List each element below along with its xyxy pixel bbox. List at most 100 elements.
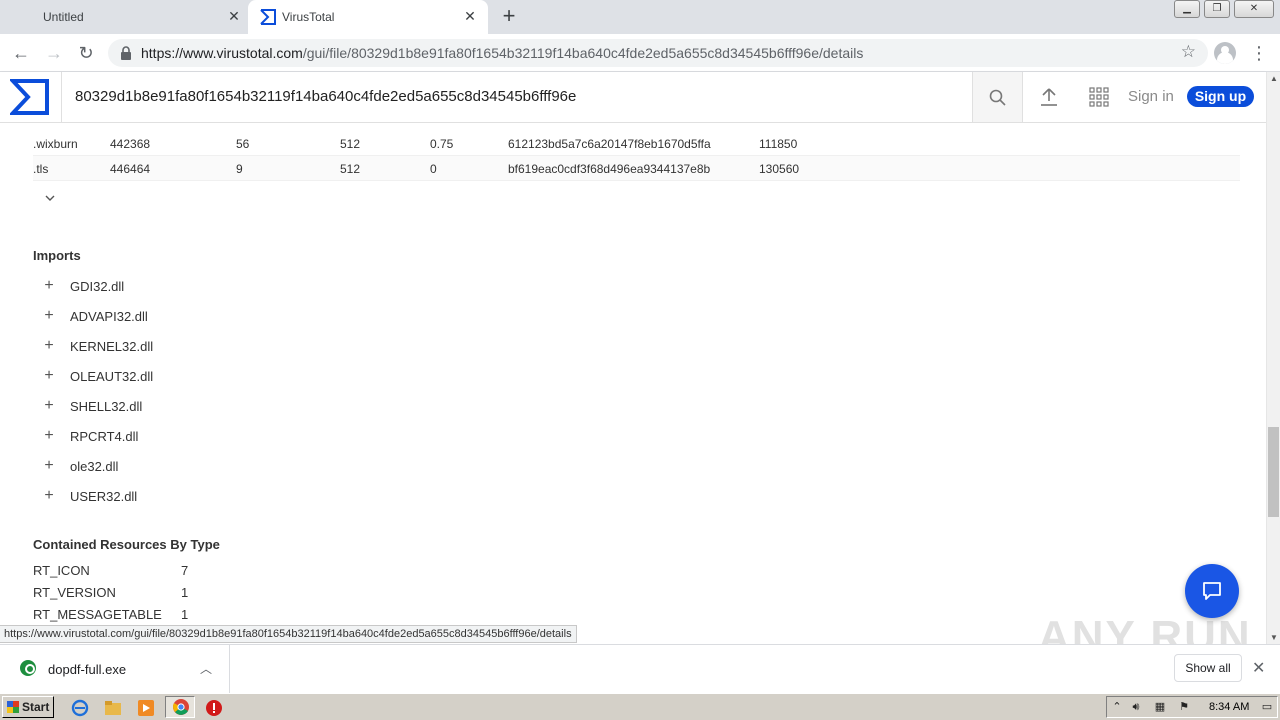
sign-up-button[interactable]: Sign up — [1187, 86, 1254, 107]
plus-icon: + — [44, 427, 54, 444]
plus-icon: + — [44, 277, 54, 294]
upload-icon[interactable] — [1038, 86, 1060, 108]
close-icon[interactable]: ✕ — [226, 8, 242, 24]
tab-strip: Untitled ✕ VirusTotal ✕ + ▁ ❐ ✕ — [0, 0, 1280, 34]
start-label: Start — [22, 700, 50, 714]
virustotal-logo-icon[interactable] — [10, 78, 50, 116]
download-item[interactable]: dopdf-full.exe ︿ — [0, 645, 230, 694]
plus-icon: + — [44, 307, 54, 324]
imports-title: Imports — [33, 248, 81, 263]
scroll-down-icon[interactable]: ▼ — [1270, 633, 1278, 642]
download-filename: dopdf-full.exe — [48, 662, 127, 677]
chrome-icon — [173, 699, 189, 715]
media-player-icon[interactable] — [137, 699, 155, 717]
bookmark-star-icon[interactable]: ☆ — [1181, 42, 1196, 62]
reload-icon[interactable]: ↻ — [75, 42, 97, 64]
download-file-icon — [20, 660, 36, 676]
tab-title: VirusTotal — [282, 10, 335, 24]
show-desktop-icon[interactable]: ▭ — [1259, 700, 1275, 714]
internet-explorer-icon[interactable] — [71, 699, 89, 717]
plus-icon: + — [44, 457, 54, 474]
virtual-address: 446464 — [110, 162, 151, 176]
browser-menu-icon[interactable]: ⋮ — [1250, 42, 1268, 64]
raw-size: 512 — [340, 137, 361, 151]
close-icon[interactable]: ✕ — [462, 8, 478, 24]
import-dll-name: KERNEL32.dll — [70, 339, 154, 354]
address-bar[interactable]: https://www.virustotal.com/gui/file/8032… — [108, 39, 1208, 67]
search-icon — [989, 89, 1006, 106]
chi2: 130560 — [759, 162, 800, 176]
import-dll-name: USER32.dll — [70, 489, 138, 504]
virtual-size: 9 — [236, 162, 243, 176]
plus-icon: + — [44, 367, 54, 384]
apps-grid-icon[interactable] — [1089, 87, 1109, 107]
browser-toolbar: ← → ↻ https://www.virustotal.com/gui/fil… — [0, 34, 1280, 72]
section-name: .wixburn — [33, 137, 78, 151]
restore-button[interactable]: ❐ — [1204, 0, 1230, 18]
import-dll-name: ole32.dll — [70, 459, 119, 474]
taskbar: Start ⌃ 🔊︎ ▦ ⚑ 8:34 AM ▭ — [0, 693, 1280, 720]
entropy: 0.75 — [430, 137, 454, 151]
status-bar-url: https://www.virustotal.com/gui/file/8032… — [0, 625, 577, 643]
lock-icon — [121, 46, 131, 60]
system-tray: ⌃ 🔊︎ ▦ ⚑ 8:34 AM ▭ — [1106, 696, 1278, 718]
url-text: https://www.virustotal.com/gui/file/8032… — [141, 45, 864, 61]
resource-type: RT_ICON — [33, 563, 90, 578]
md5: 612123bd5a7c6a20147f8eb1670d5ffa — [508, 137, 711, 151]
section-row: .tls 446464 9 512 0 bf619eac0cdf3f68d496… — [33, 156, 1240, 181]
volume-icon[interactable]: 🔊︎ — [1129, 700, 1143, 714]
raw-size: 512 — [340, 162, 361, 176]
tab-title: Untitled — [43, 10, 84, 24]
search-button[interactable] — [972, 72, 1023, 122]
new-tab-button[interactable]: + — [498, 5, 520, 28]
import-dll-name: SHELL32.dll — [70, 399, 143, 414]
scroll-up-icon[interactable]: ▲ — [1270, 74, 1278, 83]
resource-type: RT_MESSAGETABLE — [33, 607, 162, 622]
virtual-address: 442368 — [110, 137, 151, 151]
file-explorer-icon[interactable] — [104, 699, 122, 717]
tray-expand-icon[interactable]: ⌃ — [1110, 700, 1124, 714]
vt-search-box[interactable]: 80329d1b8e91fa80f1654b32119f14ba640c4fde… — [61, 72, 972, 122]
chevron-up-icon[interactable]: ︿ — [200, 660, 212, 677]
minimize-button[interactable]: ▁ — [1174, 0, 1200, 18]
plus-icon: + — [44, 487, 54, 504]
tab-virustotal[interactable]: VirusTotal ✕ — [248, 0, 488, 34]
plus-icon: + — [44, 337, 54, 354]
show-all-button[interactable]: Show all — [1174, 654, 1242, 682]
sign-in-link[interactable]: Sign in — [1128, 88, 1174, 105]
network-icon[interactable]: ▦ — [1153, 700, 1167, 714]
close-icon[interactable]: ✕ — [1252, 658, 1265, 678]
scrollbar-thumb[interactable] — [1268, 427, 1279, 517]
vt-header: 80329d1b8e91fa80f1654b32119f14ba640c4fde… — [0, 72, 1266, 123]
resource-count: 7 — [181, 563, 189, 578]
chevron-down-icon[interactable] — [43, 191, 57, 205]
entropy: 0 — [430, 162, 437, 176]
window-close-button[interactable]: ✕ — [1234, 0, 1274, 18]
virustotal-favicon-icon — [260, 9, 276, 25]
taskbar-clock: 8:34 AM — [1209, 701, 1250, 713]
resource-count: 1 — [181, 607, 189, 622]
page-scrollbar[interactable]: ▲ ▼ — [1266, 72, 1280, 644]
resource-count: 1 — [181, 585, 189, 600]
forward-arrow-icon[interactable]: → — [43, 42, 65, 64]
stop-sign-icon[interactable] — [205, 699, 223, 717]
action-center-flag-icon[interactable]: ⚑ — [1177, 700, 1191, 714]
virtual-size: 56 — [236, 137, 250, 151]
chat-button[interactable] — [1185, 564, 1239, 618]
profile-avatar-icon[interactable] — [1214, 42, 1236, 64]
import-dll-name: GDI32.dll — [70, 279, 125, 294]
windows-flag-icon — [7, 701, 19, 713]
resource-type: RT_VERSION — [33, 585, 116, 600]
md5: bf619eac0cdf3f68d496ea9344137e8b — [508, 162, 711, 176]
resources-title: Contained Resources By Type — [33, 537, 220, 552]
tab-untitled[interactable]: Untitled ✕ — [0, 0, 248, 34]
plus-icon: + — [44, 397, 54, 414]
start-button[interactable]: Start — [2, 696, 54, 718]
back-arrow-icon[interactable]: ← — [10, 42, 32, 64]
import-dll-name: OLEAUT32.dll — [70, 369, 154, 384]
chat-bubble-icon — [1203, 582, 1221, 600]
chi2: 111850 — [759, 137, 798, 151]
taskbar-chrome-button[interactable] — [165, 696, 195, 718]
import-dll-name: ADVAPI32.dll — [70, 309, 148, 324]
search-input[interactable]: 80329d1b8e91fa80f1654b32119f14ba640c4fde… — [75, 88, 576, 105]
